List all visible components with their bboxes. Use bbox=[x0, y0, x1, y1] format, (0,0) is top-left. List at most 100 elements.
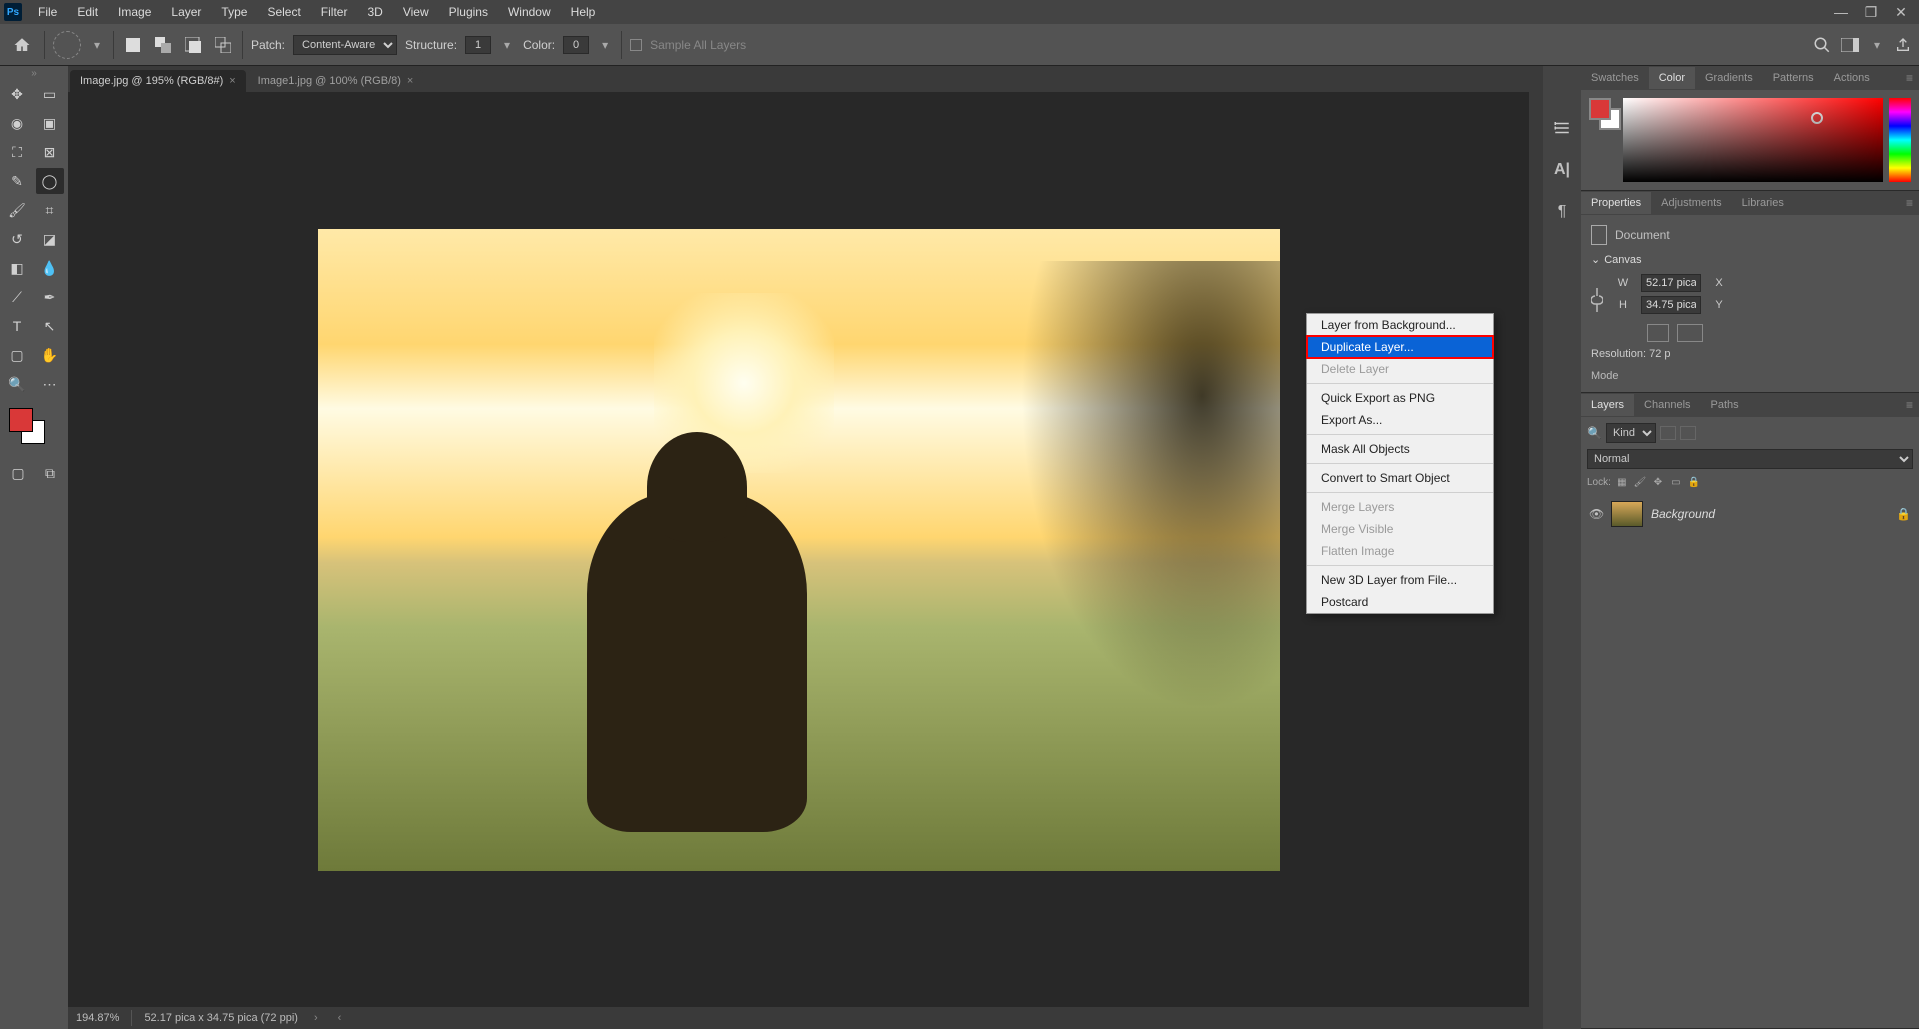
color-picker-field[interactable] bbox=[1623, 98, 1883, 182]
width-input[interactable] bbox=[1641, 274, 1701, 292]
minimize-button[interactable]: — bbox=[1827, 2, 1855, 22]
crop-tool[interactable]: ⛶ bbox=[3, 139, 31, 165]
close-tab-icon[interactable]: × bbox=[229, 75, 235, 87]
tab-libraries[interactable]: Libraries bbox=[1732, 192, 1794, 214]
cm-layer-from-background[interactable]: Layer from Background... bbox=[1307, 314, 1493, 336]
eyedropper-tool[interactable]: ✎ bbox=[3, 168, 31, 194]
maximize-button[interactable]: ❐ bbox=[1857, 2, 1885, 22]
zoom-level[interactable]: 194.87% bbox=[76, 1012, 119, 1024]
height-input[interactable] bbox=[1641, 296, 1701, 314]
orientation-landscape-icon[interactable] bbox=[1677, 324, 1703, 342]
menu-plugins[interactable]: Plugins bbox=[439, 1, 498, 23]
cm-quick-export-png[interactable]: Quick Export as PNG bbox=[1307, 387, 1493, 409]
menu-file[interactable]: File bbox=[28, 1, 67, 23]
lock-artboard-icon[interactable]: ▭ bbox=[1669, 475, 1683, 489]
toolbar-expander-icon[interactable]: » bbox=[0, 68, 68, 78]
tab-channels[interactable]: Channels bbox=[1634, 394, 1700, 416]
cm-postcard[interactable]: Postcard bbox=[1307, 591, 1493, 613]
subtract-selection-icon[interactable] bbox=[182, 34, 204, 56]
cm-duplicate-layer[interactable]: Duplicate Layer... bbox=[1307, 336, 1493, 358]
color-swatches[interactable] bbox=[9, 408, 59, 448]
tab-adjustments[interactable]: Adjustments bbox=[1651, 192, 1732, 214]
tool-preset-icon[interactable] bbox=[53, 31, 81, 59]
layer-visibility-icon[interactable]: 👁 bbox=[1589, 507, 1603, 521]
info-arrow-icon[interactable]: › bbox=[314, 1012, 318, 1024]
search-icon[interactable] bbox=[1813, 36, 1831, 54]
orientation-portrait-icon[interactable] bbox=[1647, 324, 1669, 342]
fg-color-chip[interactable] bbox=[1589, 98, 1611, 120]
sample-all-checkbox[interactable] bbox=[630, 39, 642, 51]
lasso-tool[interactable]: ◉ bbox=[3, 110, 31, 136]
document-info[interactable]: 52.17 pica x 34.75 pica (72 ppi) bbox=[144, 1012, 298, 1024]
eraser-tool[interactable]: ◪ bbox=[36, 226, 64, 252]
edit-toolbar[interactable]: ⋯ bbox=[36, 371, 64, 397]
filter-kind-select[interactable]: Kind bbox=[1606, 423, 1656, 443]
color-input[interactable] bbox=[563, 36, 589, 54]
close-window-button[interactable]: ✕ bbox=[1887, 2, 1915, 22]
menu-filter[interactable]: Filter bbox=[311, 1, 358, 23]
panel-menu-icon[interactable]: ≡ bbox=[1900, 398, 1919, 412]
move-tool[interactable]: ✥ bbox=[3, 81, 31, 107]
object-select-tool[interactable]: ▣ bbox=[36, 110, 64, 136]
canvas-image[interactable] bbox=[318, 229, 1280, 871]
tab-gradients[interactable]: Gradients bbox=[1695, 67, 1763, 89]
blend-mode-select[interactable]: Normal bbox=[1587, 449, 1913, 469]
preset-dropdown-icon[interactable]: ▾ bbox=[89, 38, 105, 52]
expand-icon[interactable]: ⌄ bbox=[1591, 253, 1600, 266]
scroll-left-icon[interactable]: ‹ bbox=[338, 1012, 342, 1024]
hand-tool[interactable]: ✋ bbox=[36, 342, 64, 368]
tab-patterns[interactable]: Patterns bbox=[1763, 67, 1824, 89]
tab-layers[interactable]: Layers bbox=[1581, 394, 1634, 416]
vertical-scrollbar[interactable] bbox=[1529, 92, 1543, 1007]
blur-tool[interactable]: 💧 bbox=[36, 255, 64, 281]
structure-input[interactable] bbox=[465, 36, 491, 54]
workspace-dropdown-icon[interactable]: ▾ bbox=[1869, 38, 1885, 52]
add-selection-icon[interactable] bbox=[152, 34, 174, 56]
new-selection-icon[interactable] bbox=[122, 34, 144, 56]
tab-swatches[interactable]: Swatches bbox=[1581, 67, 1649, 89]
intersect-selection-icon[interactable] bbox=[212, 34, 234, 56]
menu-help[interactable]: Help bbox=[561, 1, 606, 23]
standard-mode-icon[interactable]: ▢ bbox=[4, 460, 32, 486]
lock-all-icon[interactable]: 🔒 bbox=[1687, 475, 1701, 489]
paragraph-panel-icon[interactable]: ¶ bbox=[1550, 200, 1574, 224]
menu-image[interactable]: Image bbox=[108, 1, 161, 23]
document-tab[interactable]: Image.jpg @ 195% (RGB/8#) × bbox=[70, 70, 246, 92]
color-dropdown-icon[interactable]: ▾ bbox=[597, 38, 613, 52]
share-icon[interactable] bbox=[1895, 37, 1911, 53]
filter-pixel-icon[interactable] bbox=[1660, 426, 1676, 440]
tab-properties[interactable]: Properties bbox=[1581, 192, 1651, 214]
lock-position-icon[interactable]: ✥ bbox=[1651, 475, 1665, 489]
cm-new-3d-layer[interactable]: New 3D Layer from File... bbox=[1307, 569, 1493, 591]
layer-row[interactable]: 👁 Background 🔒 bbox=[1587, 497, 1913, 531]
panel-menu-icon[interactable]: ≡ bbox=[1900, 71, 1919, 85]
menu-type[interactable]: Type bbox=[211, 1, 257, 23]
color-picker-handle[interactable] bbox=[1811, 112, 1823, 124]
layer-name[interactable]: Background bbox=[1651, 507, 1715, 521]
layer-thumbnail[interactable] bbox=[1611, 501, 1643, 527]
close-tab-icon[interactable]: × bbox=[407, 75, 413, 87]
cm-mask-all-objects[interactable]: Mask All Objects bbox=[1307, 438, 1493, 460]
screen-mode-icon[interactable]: ⧉ bbox=[36, 460, 64, 486]
path-select-tool[interactable]: ↖ bbox=[36, 313, 64, 339]
link-dimensions-icon[interactable] bbox=[1591, 274, 1605, 314]
structure-dropdown-icon[interactable]: ▾ bbox=[499, 38, 515, 52]
menu-edit[interactable]: Edit bbox=[67, 1, 108, 23]
patch-mode-select[interactable]: Content-Aware bbox=[293, 35, 397, 55]
panel-color-swatches[interactable] bbox=[1589, 98, 1617, 134]
cm-export-as[interactable]: Export As... bbox=[1307, 409, 1493, 431]
menu-layer[interactable]: Layer bbox=[161, 1, 211, 23]
patch-tool[interactable]: ◯ bbox=[36, 168, 64, 194]
type-tool[interactable]: T bbox=[3, 313, 31, 339]
tab-actions[interactable]: Actions bbox=[1824, 67, 1880, 89]
history-panel-icon[interactable] bbox=[1550, 116, 1574, 140]
lock-transparency-icon[interactable]: ▦ bbox=[1615, 475, 1629, 489]
menu-window[interactable]: Window bbox=[498, 1, 561, 23]
home-button[interactable] bbox=[8, 31, 36, 59]
shape-tool[interactable]: ▢ bbox=[3, 342, 31, 368]
character-panel-icon[interactable]: A| bbox=[1550, 158, 1574, 182]
menu-select[interactable]: Select bbox=[257, 1, 310, 23]
menu-3d[interactable]: 3D bbox=[357, 1, 392, 23]
menu-view[interactable]: View bbox=[393, 1, 439, 23]
foreground-color-swatch[interactable] bbox=[9, 408, 33, 432]
